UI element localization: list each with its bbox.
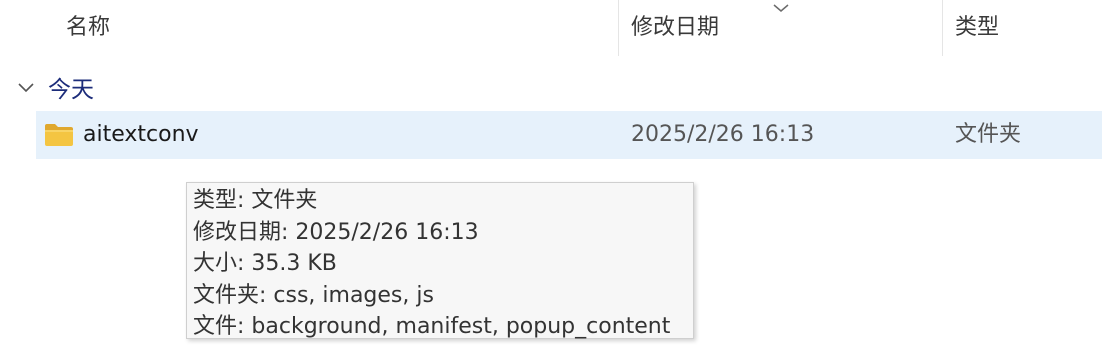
file-row[interactable]: aitextconv 2025/2/26 16:13 文件夹: [36, 111, 1102, 159]
folder-icon: [45, 124, 73, 146]
tooltip-date-modified: 修改日期: 2025/2/26 16:13: [193, 219, 479, 245]
column-divider[interactable]: [942, 0, 943, 56]
group-label: 今天: [48, 77, 94, 103]
group-header-today[interactable]: 今天: [16, 70, 94, 104]
tooltip-files: 文件: background, manifest, popup_content: [193, 314, 671, 339]
tooltip-size: 大小: 35.3 KB: [193, 251, 337, 276]
chevron-down-icon: [773, 4, 789, 12]
column-header-type[interactable]: 类型: [955, 0, 999, 56]
column-header-name[interactable]: 名称: [66, 0, 110, 56]
file-date-modified: 2025/2/26 16:13: [631, 122, 815, 147]
file-info-tooltip: 类型: 文件夹 修改日期: 2025/2/26 16:13 大小: 35.3 K…: [186, 182, 694, 339]
column-header-bar: 名称 修改日期 类型: [0, 0, 1102, 56]
file-name[interactable]: aitextconv: [83, 111, 199, 159]
tooltip-type: 类型: 文件夹: [193, 188, 318, 213]
file-type: 文件夹: [955, 122, 1022, 147]
tooltip-folders: 文件夹: css, images, js: [193, 282, 434, 308]
column-divider[interactable]: [618, 0, 619, 56]
chevron-down-icon[interactable]: [16, 80, 36, 94]
column-header-date[interactable]: 修改日期: [631, 0, 719, 56]
